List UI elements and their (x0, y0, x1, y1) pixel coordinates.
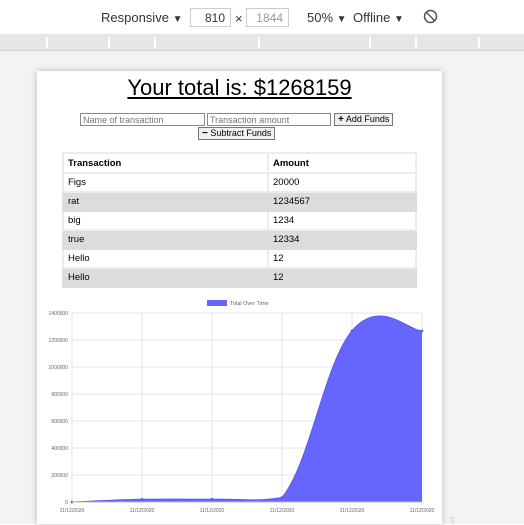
legend-swatch (207, 300, 227, 306)
transaction-name: Hello (62, 248, 269, 269)
add-funds-button[interactable]: + Add Funds (334, 113, 394, 126)
table-header-row: Transaction Amount (62, 152, 417, 174)
data-point (350, 329, 354, 333)
transaction-amount: 1234567 (267, 191, 417, 212)
zoom-select[interactable]: 50% ▼ (307, 10, 347, 25)
transaction-name-input[interactable] (80, 113, 205, 126)
table-row: rat 1234567 (62, 191, 417, 212)
y-tick-label: 1200000 (49, 338, 69, 344)
column-header-transaction: Transaction (62, 152, 269, 174)
data-point (420, 329, 424, 333)
width-input[interactable]: 810 (190, 8, 231, 27)
subtract-funds-label: Subtract Funds (210, 128, 272, 138)
data-point (280, 496, 284, 499)
transaction-name: rat (62, 191, 269, 212)
table-row: Figs 20000 (62, 172, 417, 193)
table-row: big 1234 (62, 210, 417, 231)
x-tick-label: 11/12/2020 (270, 508, 295, 514)
minus-icon: − (202, 128, 208, 139)
y-tick-label: 200000 (51, 473, 68, 479)
transactions-table: Transaction Amount Figs 20000 rat 1234567 … (62, 152, 417, 288)
x-tick-label: 11/12/2020 (200, 508, 225, 514)
transaction-amount-input[interactable] (207, 113, 331, 126)
page-title: Your total is: $1268159 (127, 75, 352, 100)
y-tick-label: 400000 (51, 446, 68, 452)
media-query-ruler (0, 34, 524, 50)
subtract-funds-button[interactable]: − Subtract Funds (198, 127, 276, 140)
viewport-area: Your total is: $1268159 + Add Funds − Su… (0, 51, 524, 524)
y-tick-label: 800000 (51, 392, 68, 398)
y-tick-label: 1400000 (49, 311, 69, 317)
transaction-amount: 20000 (267, 172, 417, 193)
x-tick-label: 11/12/2020 (60, 508, 85, 514)
chevron-down-icon: ▼ (172, 14, 183, 25)
transaction-amount: 12334 (267, 229, 417, 250)
transaction-amount: 12 (267, 267, 417, 288)
devtools-toolbar: Responsive ▼ 810 × 1844 50% ▼ Offline ▼ (0, 0, 524, 34)
data-point (210, 497, 214, 501)
add-funds-label: Add Funds (345, 114, 390, 124)
rotate-icon[interactable] (423, 9, 438, 27)
chevron-down-icon: ▼ (393, 14, 404, 25)
legend-label: Total Over Time (230, 301, 269, 307)
series-area (72, 315, 422, 502)
transaction-name: true (62, 229, 269, 250)
times-sign: × (235, 11, 243, 26)
x-tick-label: 11/12/2020 (410, 508, 435, 514)
throttle-label: Offline (353, 10, 391, 25)
table-row: true 12334 (62, 229, 417, 250)
device-label: Responsive (101, 10, 169, 25)
x-tick-label: 11/12/2020 (130, 508, 155, 514)
total-over-time-chart: 0 200000 400000 600000 800000 1000000 1200000 1… (49, 300, 435, 514)
y-tick-label: 1000000 (49, 365, 69, 371)
data-point (140, 498, 144, 501)
transaction-amount: 12 (267, 248, 417, 269)
transaction-name: Figs (62, 172, 269, 193)
zoom-label: 50% (307, 10, 334, 25)
table-row: Hello 12 (62, 267, 417, 288)
x-tick-label: 11/12/2020 (340, 508, 365, 514)
transaction-name: big (62, 210, 269, 231)
table-row: Hello 12 (62, 248, 417, 269)
plus-icon: + (338, 114, 344, 125)
transaction-name: Hello (62, 267, 269, 288)
height-input[interactable]: 1844 (246, 8, 289, 27)
transaction-amount: 1234 (267, 210, 417, 231)
column-header-amount: Amount (267, 152, 417, 174)
emulated-page: Your total is: $1268159 + Add Funds − Su… (37, 71, 442, 524)
chevron-down-icon: ▼ (336, 14, 347, 25)
y-tick-label: 0 (65, 500, 68, 506)
device-select[interactable]: Responsive ▼ (101, 10, 182, 25)
y-tick-label: 600000 (51, 419, 68, 425)
throttle-select[interactable]: Offline ▼ (353, 10, 404, 25)
